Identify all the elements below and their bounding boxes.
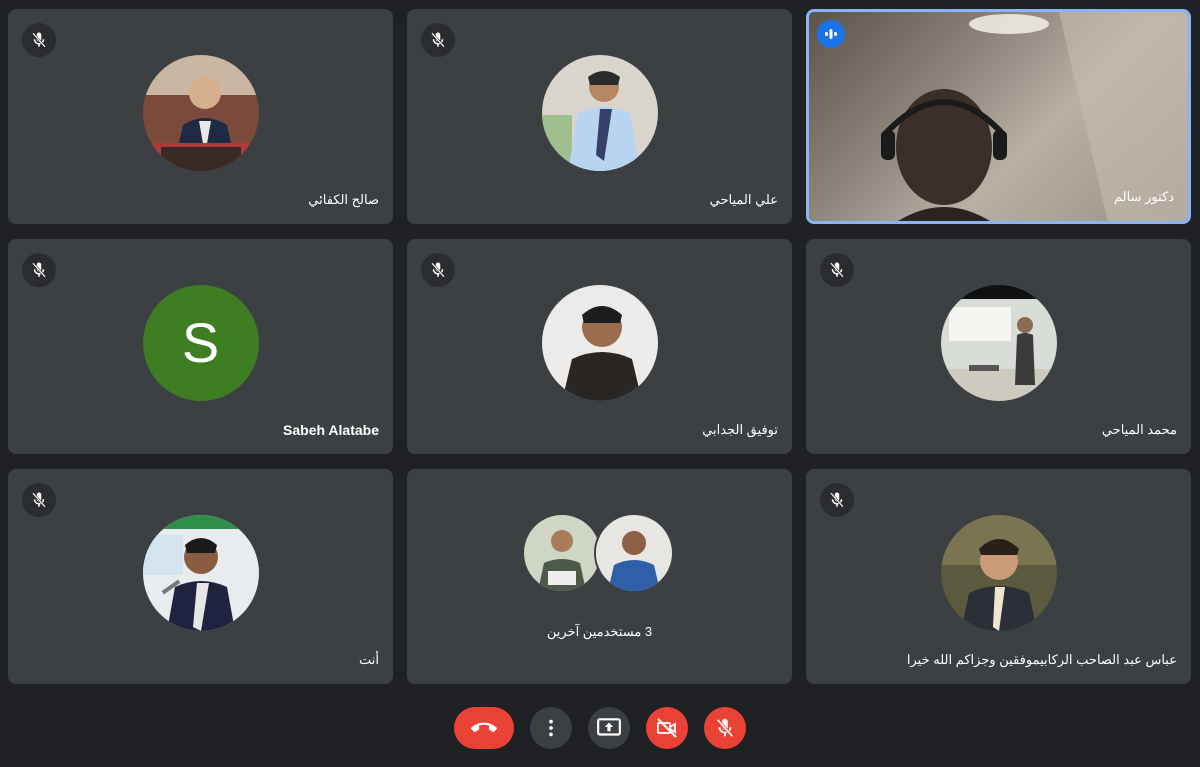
camera-toggle-button[interactable] (646, 707, 688, 749)
present-screen-button[interactable] (588, 707, 630, 749)
microphone-toggle-button[interactable] (704, 707, 746, 749)
participant-tile[interactable]: علي المياحي (407, 9, 792, 224)
participant-tile-self[interactable]: أنت (8, 469, 393, 684)
speaking-indicator-icon (817, 20, 845, 48)
mic-off-icon (820, 483, 854, 517)
participant-name: محمد المياحي (1101, 422, 1177, 437)
participant-tile[interactable]: عباس عبد الصاحب الركابيموفقين وجزاكم الل… (806, 469, 1191, 684)
participant-avatar (940, 514, 1057, 631)
participant-group-tile[interactable]: 3 مستخدمين آخرين (407, 469, 792, 684)
more-options-button[interactable] (530, 707, 572, 749)
mic-off-icon (716, 718, 734, 738)
mic-off-icon (820, 253, 854, 287)
participant-name: توفيق الجدابي (702, 422, 778, 437)
present-screen-icon (597, 718, 621, 736)
participant-name: صالح الكفائي (308, 192, 379, 207)
participant-avatar (594, 513, 674, 593)
mic-off-icon (22, 483, 56, 517)
participant-name: دكتور سالم (1114, 189, 1174, 204)
participant-name: علي المياحي (709, 192, 778, 207)
participant-tile[interactable]: صالح الكفائي (8, 9, 393, 224)
participant-tile[interactable]: S Sabeh Alatabe (8, 239, 393, 454)
more-vert-icon (549, 719, 553, 737)
participant-avatar (541, 284, 658, 401)
participant-tile[interactable]: توفيق الجدابي (407, 239, 792, 454)
participant-avatar (940, 284, 1057, 401)
participant-name: Sabeh Alatabe (283, 422, 379, 438)
participant-name: أنت (359, 652, 379, 667)
participant-name: عباس عبد الصاحب الركابيموفقين وجزاكم الل… (906, 652, 1177, 667)
call-controls-bar (0, 707, 1200, 749)
participant-avatar (541, 54, 658, 171)
mic-off-icon (22, 23, 56, 57)
participant-tile[interactable]: محمد المياحي (806, 239, 1191, 454)
videocam-off-icon (657, 718, 677, 738)
hangup-button[interactable] (454, 707, 514, 749)
participant-avatar (142, 514, 259, 631)
mic-off-icon (421, 23, 455, 57)
call-end-icon (471, 722, 497, 733)
mic-off-icon (22, 253, 56, 287)
mic-off-icon (421, 253, 455, 287)
others-count-label: 3 مستخدمين آخرين (546, 624, 653, 639)
participant-avatar (142, 54, 259, 171)
participant-initial-avatar: S (142, 284, 259, 401)
participant-avatar (522, 513, 602, 593)
participant-tile-active[interactable]: دكتور سالم (806, 9, 1191, 224)
